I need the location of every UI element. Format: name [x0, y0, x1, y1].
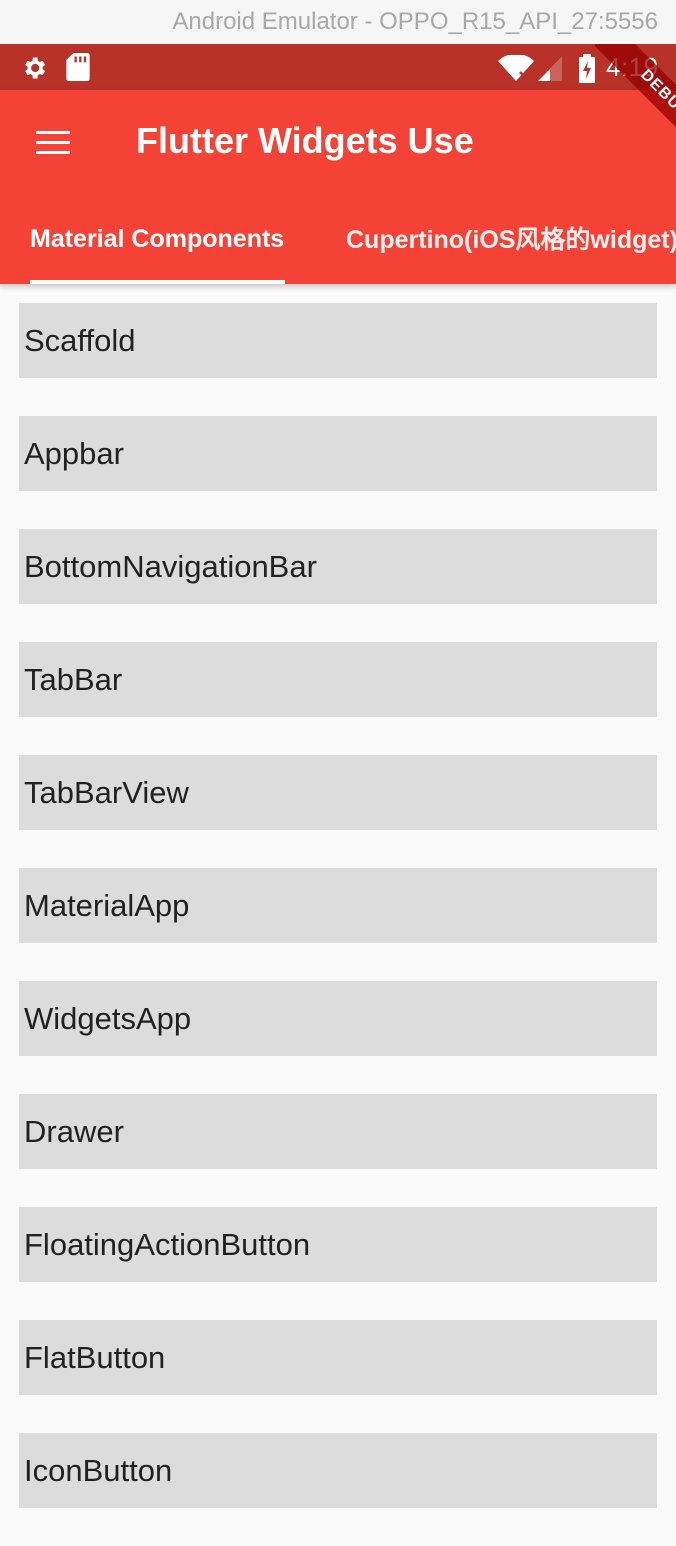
list-item[interactable]: FlatButton — [19, 1320, 657, 1395]
list-item-label: Appbar — [24, 435, 124, 471]
list-item-label: Scaffold — [24, 322, 136, 358]
list-item[interactable]: Scaffold — [19, 303, 657, 378]
gear-icon — [25, 57, 46, 79]
list-item-label: Drawer — [24, 1113, 124, 1149]
list-item-label: WidgetsApp — [24, 1000, 192, 1036]
tab-cupertino[interactable]: Cupertino(iOS风格的widget) — [346, 223, 676, 285]
list-item[interactable]: Drawer — [19, 1094, 657, 1169]
list-item-label: FlatButton — [24, 1339, 166, 1375]
sd-card-icon — [66, 53, 90, 81]
battery-icon — [579, 54, 595, 83]
wifi-icon — [498, 55, 534, 81]
list-item-label: TabBarView — [24, 774, 189, 810]
list-item-label: BottomNavigationBar — [24, 548, 317, 584]
tab-material-components[interactable]: Material Components — [30, 222, 285, 284]
list-item-label: IconButton — [24, 1452, 173, 1488]
list-item[interactable]: TabBarView — [19, 755, 657, 830]
list-item-label: MaterialApp — [24, 887, 190, 923]
app-bar: Flutter Widgets Use Material Components … — [0, 90, 676, 284]
widget-list[interactable]: Scaffold Appbar BottomNavigationBar TabB… — [19, 303, 657, 1546]
list-item[interactable]: IconButton — [19, 1433, 657, 1508]
tab-indicator — [30, 280, 285, 284]
android-status-bar: 4:19 — [0, 44, 676, 90]
signal-icon — [538, 57, 562, 81]
list-item[interactable]: Appbar — [19, 416, 657, 491]
list-item[interactable]: BottomNavigationBar — [19, 529, 657, 604]
list-item[interactable]: TabBar — [19, 642, 657, 717]
list-item[interactable]: MaterialApp — [19, 868, 657, 943]
list-item[interactable]: WidgetsApp — [19, 981, 657, 1056]
list-item-label: FloatingActionButton — [24, 1226, 311, 1262]
hamburger-menu-icon[interactable] — [36, 131, 70, 155]
app-bar-title: Flutter Widgets Use — [136, 120, 474, 161]
list-item-label: TabBar — [24, 661, 123, 697]
window-title: Android Emulator - OPPO_R15_API_27:5556 — [172, 8, 658, 35]
status-time: 4:19 — [606, 52, 659, 82]
list-item[interactable]: FloatingActionButton — [19, 1207, 657, 1282]
emulator-window-titlebar: Android Emulator - OPPO_R15_API_27:5556 — [0, 0, 676, 44]
